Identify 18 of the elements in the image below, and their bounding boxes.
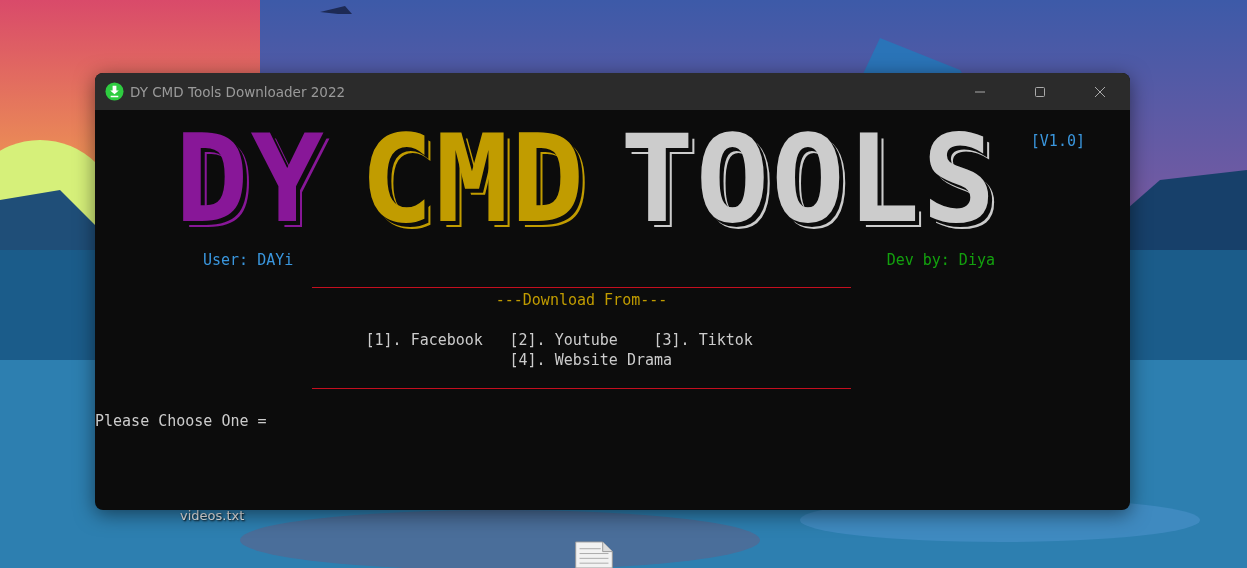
- file-label[interactable]: videos.txt: [180, 508, 245, 523]
- download-icon: [105, 82, 124, 101]
- maximize-icon: [1034, 85, 1046, 98]
- user-label: User: DAYi: [203, 250, 294, 270]
- menu-option: [3]. Tiktok: [653, 330, 798, 350]
- menu-option: [4]. Website Drama: [509, 350, 673, 370]
- developer-label: Dev by: Diya: [886, 250, 995, 270]
- version-label: [V1.0]: [1030, 132, 1085, 150]
- window-title: DY CMD Tools Downloader 2022: [130, 83, 346, 100]
- input-prompt: Please Choose One =: [95, 411, 268, 431]
- menu-heading: ---Download From---: [495, 290, 668, 310]
- banner-word: CMD: [359, 124, 587, 234]
- menu-option: [1]. Facebook: [365, 330, 510, 350]
- banner-word: DY: [175, 124, 326, 234]
- banner-word: TOOLS: [620, 124, 998, 234]
- document-icon[interactable]: [574, 541, 614, 568]
- menu-option: [2]. Youtube: [509, 330, 654, 350]
- close-icon: [1094, 85, 1106, 98]
